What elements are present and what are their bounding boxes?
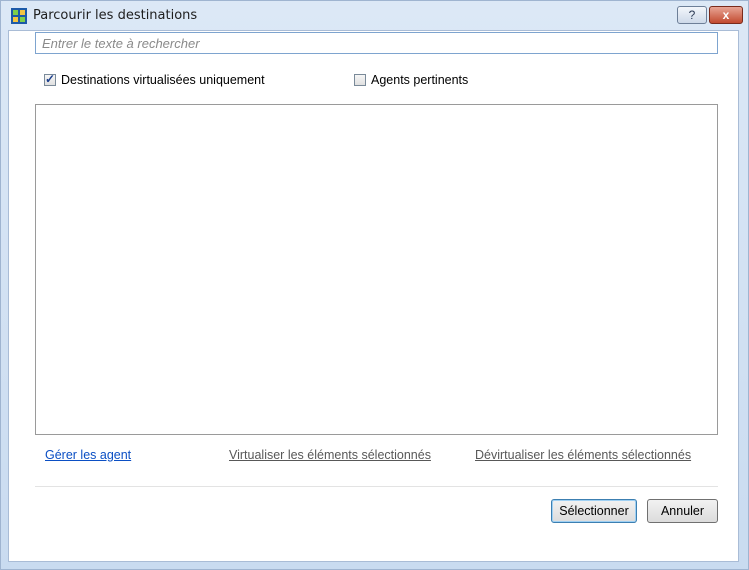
destinations-list[interactable] [35, 104, 718, 435]
virtualized-only-checkbox[interactable]: Destinations virtualisées uniquement [44, 72, 265, 87]
manage-agents-link[interactable]: Gérer les agent [45, 448, 131, 462]
close-button[interactable]: x [709, 6, 743, 24]
help-button[interactable]: ? [677, 6, 707, 24]
virtualized-only-label: Destinations virtualisées uniquement [61, 73, 265, 87]
title-bar[interactable]: Parcourir les destinations ? x [1, 1, 748, 31]
cancel-button[interactable]: Annuler [647, 499, 718, 523]
select-button[interactable]: Sélectionner [551, 499, 637, 523]
devirtualize-selected-link[interactable]: Dévirtualiser les éléments sélectionnés [475, 448, 691, 462]
checkbox-unchecked-icon[interactable] [354, 74, 366, 86]
search-input[interactable] [35, 32, 718, 54]
divider [35, 486, 718, 487]
checkbox-checked-icon[interactable] [44, 72, 56, 86]
virtualize-selected-link[interactable]: Virtualiser les éléments sélectionnés [229, 448, 431, 462]
relevant-agents-checkbox[interactable]: Agents pertinents [354, 73, 468, 87]
app-icon [11, 8, 27, 24]
relevant-agents-label: Agents pertinents [371, 73, 469, 87]
window-title: Parcourir les destinations [33, 8, 198, 23]
